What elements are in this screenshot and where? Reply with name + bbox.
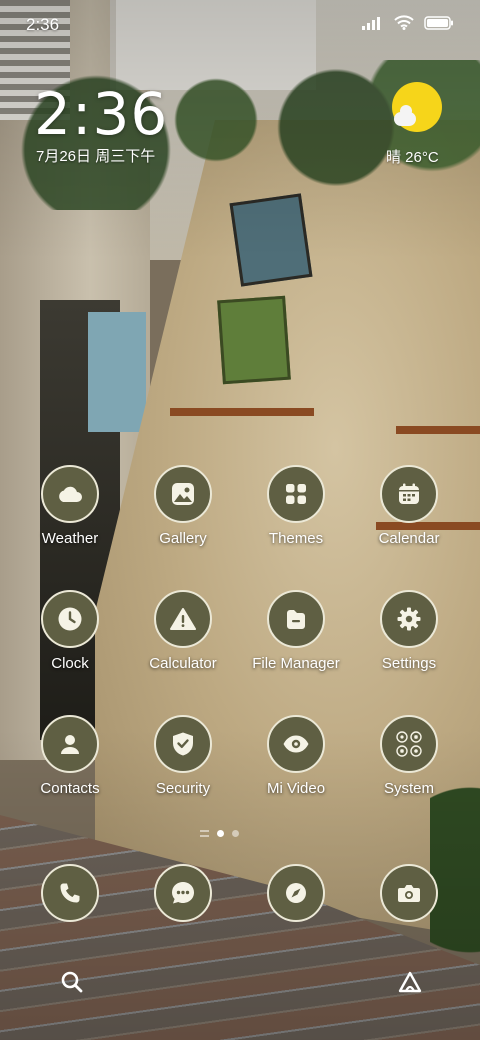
folder-grid-icon	[380, 715, 438, 773]
grid-icon	[267, 465, 325, 523]
assistant-icon	[397, 971, 423, 998]
dock-phone[interactable]	[41, 864, 99, 922]
app-weather[interactable]: Weather	[13, 465, 127, 547]
shield-icon	[154, 715, 212, 773]
app-mi-video[interactable]: Mi Video	[239, 715, 353, 797]
person-icon	[41, 715, 99, 773]
message-icon	[170, 880, 196, 906]
app-label: Security	[155, 780, 211, 797]
search-icon	[60, 971, 84, 998]
search-button[interactable]	[60, 970, 84, 999]
dock-messages[interactable]	[154, 864, 212, 922]
clock-widget-time[interactable]: 2:36	[34, 80, 168, 148]
app-label: Themes	[268, 530, 324, 547]
app-settings[interactable]: Settings	[352, 590, 466, 672]
app-gallery[interactable]: Gallery	[126, 465, 240, 547]
app-label: Clock	[51, 655, 89, 672]
assistant-button[interactable]	[397, 970, 423, 999]
app-label: System	[383, 780, 434, 797]
clock-icon	[41, 590, 99, 648]
app-themes[interactable]: Themes	[239, 465, 353, 547]
weather-widget[interactable]: 晴 26°C	[386, 82, 446, 172]
clock-widget-date[interactable]: 7月26日 周三下午	[36, 145, 155, 166]
app-system-folder[interactable]: System	[352, 715, 466, 797]
calendar-icon	[380, 465, 438, 523]
app-clock[interactable]: Clock	[13, 590, 127, 672]
compass-icon	[284, 881, 308, 905]
signal-icon	[362, 16, 384, 30]
weather-text: 晴 26°C	[386, 149, 439, 166]
page-dot	[232, 830, 239, 837]
app-label: Mi Video	[266, 780, 326, 797]
page-dot-active	[217, 830, 224, 837]
status-time: 2:36	[26, 15, 60, 34]
image-icon	[154, 465, 212, 523]
gear-icon	[380, 590, 438, 648]
cloud-icon	[41, 465, 99, 523]
wifi-icon	[394, 15, 414, 30]
phone-icon	[58, 881, 82, 905]
app-label: Contacts	[40, 780, 100, 797]
page-indicator[interactable]	[200, 830, 239, 837]
warning-icon	[154, 590, 212, 648]
app-file-manager[interactable]: File Manager	[239, 590, 353, 672]
eye-icon	[267, 715, 325, 773]
app-label: Calendar	[378, 530, 440, 547]
app-label: File Manager	[252, 655, 340, 672]
status-icons	[362, 15, 454, 30]
app-label: Gallery	[159, 530, 207, 547]
status-bar: 2:36	[0, 0, 480, 50]
dock-camera[interactable]	[380, 864, 438, 922]
app-label: Settings	[381, 655, 437, 672]
app-contacts[interactable]: Contacts	[13, 715, 127, 797]
app-calendar[interactable]: Calendar	[352, 465, 466, 547]
battery-icon	[424, 15, 454, 30]
camera-icon	[397, 882, 421, 904]
folder-icon	[267, 590, 325, 648]
dock-browser[interactable]	[267, 864, 325, 922]
app-security[interactable]: Security	[126, 715, 240, 797]
app-label: Weather	[41, 530, 99, 547]
app-calculator[interactable]: Calculator	[126, 590, 240, 672]
app-label: Calculator	[149, 655, 217, 672]
page-overview-icon	[200, 830, 209, 837]
